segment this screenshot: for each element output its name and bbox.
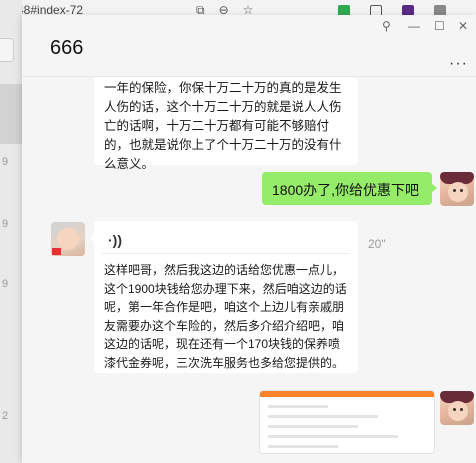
contact-avatar[interactable] (51, 222, 85, 256)
maximize-icon[interactable]: ☐ (434, 19, 445, 33)
chat-header: 666 ⚲ — ☐ ✕ ··· (22, 15, 476, 77)
background-number: 9 (2, 278, 9, 290)
voice-wave-icon[interactable]: ·)) (108, 231, 122, 250)
background-selected-item (0, 84, 22, 144)
background-number: 2 (2, 410, 9, 422)
voice-transcript: 这样吧哥，然后我这边的话给您优惠一点儿，这个1900块钱给您办理下来，然后咱这边… (104, 263, 347, 370)
self-avatar[interactable] (440, 172, 474, 206)
message-text: 1800办了,你给优惠下吧 (272, 182, 420, 198)
message-text: 一年的保险，你保十万二十万的真的是发生人伤的话，这个十万二十万的就是说人人伤亡的… (104, 81, 342, 171)
image-message[interactable] (260, 391, 434, 453)
background-sidebar: 9 9 9 2 (0, 0, 22, 463)
close-icon[interactable]: ✕ (458, 19, 468, 33)
chat-title: 666 (50, 37, 84, 59)
chat-window: 666 ⚲ — ☐ ✕ ··· 一年的保险，你保十万二十万的真的是发生人伤的话，… (22, 15, 476, 463)
voice-message-bubble[interactable]: ·)) 这样吧哥，然后我这边的话给您优惠一点儿，这个1900块钱给您办理下来，然… (89, 221, 358, 373)
voice-duration: 20" (368, 237, 386, 251)
message-bubble-incoming[interactable]: 一年的保险，你保十万二十万的真的是发生人伤的话，这个十万二十万的就是说人人伤亡的… (94, 77, 358, 171)
more-icon[interactable]: ··· (449, 55, 468, 73)
background-number: 9 (2, 156, 9, 168)
background-search-box[interactable] (0, 38, 14, 62)
background-number: 9 (2, 218, 9, 230)
self-avatar[interactable] (440, 391, 474, 425)
minimize-icon[interactable]: — (408, 19, 420, 33)
voice-divider (102, 253, 350, 254)
pin-icon[interactable]: ⚲ (382, 19, 391, 33)
message-bubble-outgoing[interactable]: 1800办了,你给优惠下吧 (262, 172, 437, 205)
